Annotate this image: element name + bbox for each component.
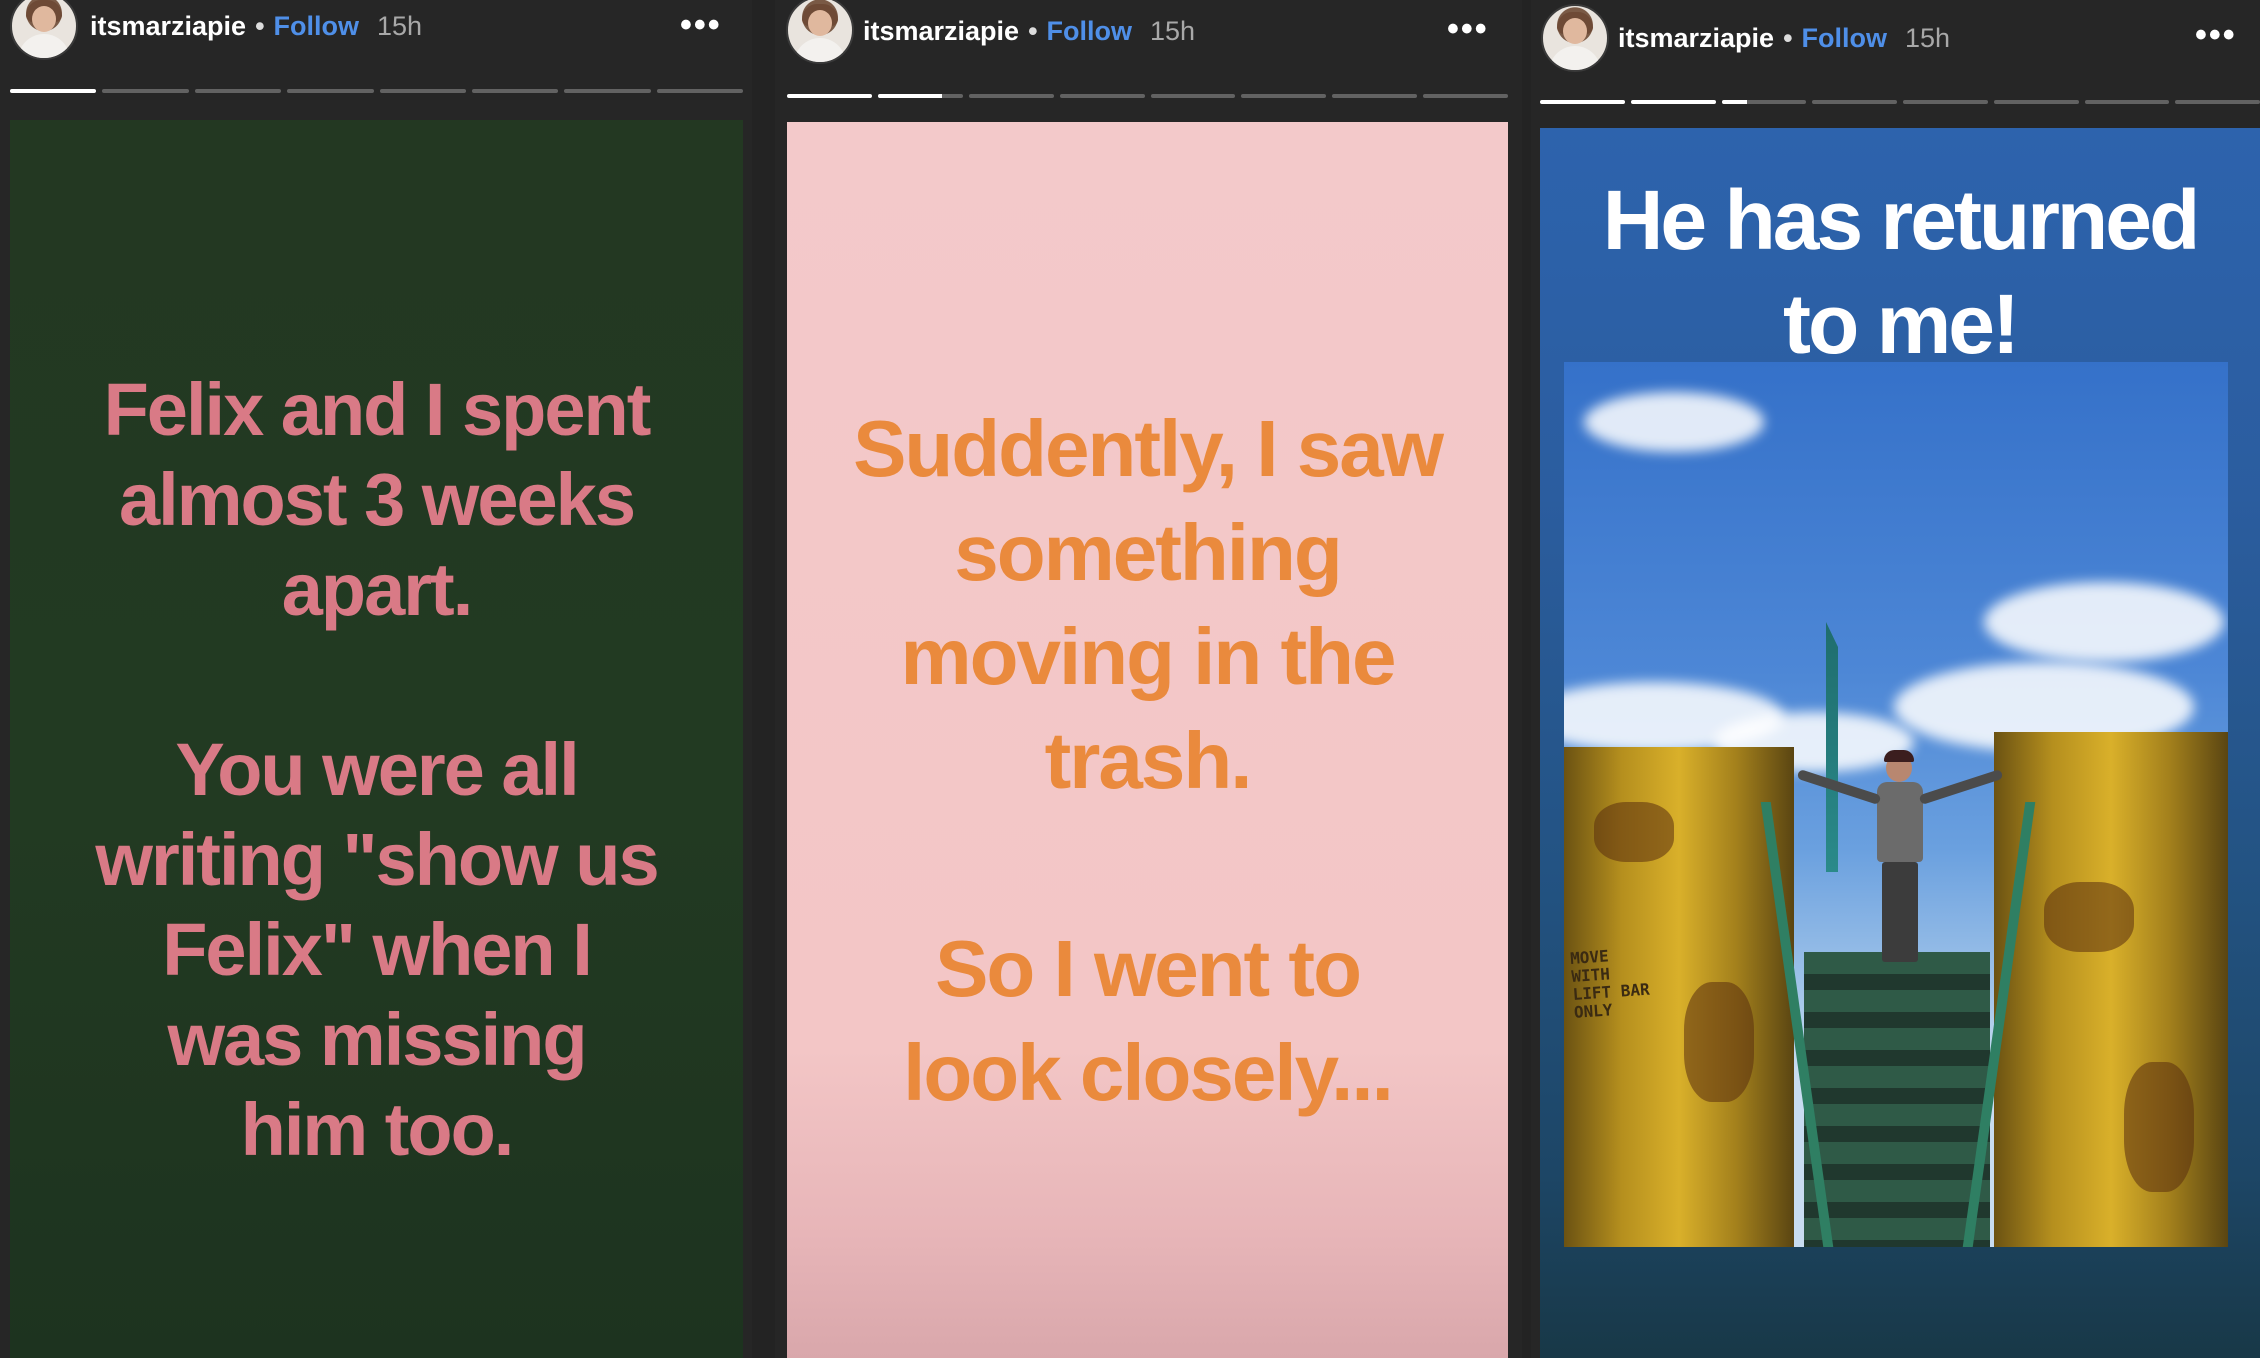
story-text-line: Felix" when I — [162, 908, 593, 991]
story-text-line: to me! — [1783, 277, 2020, 371]
progress-segment — [1812, 100, 1897, 104]
progress-segment — [968, 94, 1054, 98]
follow-button[interactable]: Follow — [274, 11, 359, 41]
story-text-line: look closely... — [903, 1028, 1394, 1117]
story-photo: MOVE WITH LIFT BAR ONLY — [1564, 362, 2228, 1247]
post-time: 15h — [1905, 23, 1951, 53]
progress-segment — [1903, 100, 1988, 104]
username[interactable]: itsmarziapie — [863, 16, 1019, 46]
avatar[interactable] — [10, 0, 78, 60]
follow-button[interactable]: Follow — [1802, 23, 1887, 53]
progress-segment — [471, 89, 559, 93]
story-panel-2: itsmarziapie • Follow 15h ••• Suddently, I … — [775, 0, 1522, 1358]
story-text-line: Suddently, I saw — [853, 404, 1444, 493]
progress-segment — [1993, 100, 2079, 104]
story-text: Felix and I spent almost 3 weeks apart. … — [10, 365, 743, 1175]
user-line: itsmarziapie • Follow 15h — [90, 10, 422, 42]
story-progress-bar — [10, 89, 743, 93]
story-text-line: writing "show us — [95, 818, 659, 901]
progress-segment — [10, 89, 97, 93]
progress-segment — [1423, 94, 1508, 98]
story-text-spacer — [787, 813, 1508, 917]
progress-segment — [1540, 100, 1625, 104]
username[interactable]: itsmarziapie — [90, 11, 246, 41]
story-progress-bar — [787, 94, 1508, 98]
story-text-line: trash. — [1044, 716, 1253, 805]
story-text-line: You were all — [175, 728, 579, 811]
story-text-line: apart. — [281, 548, 474, 631]
more-options-icon[interactable]: ••• — [1447, 12, 1489, 46]
story-text-line: He has returned — [1602, 173, 2201, 267]
story-header: itsmarziapie • Follow 15h ••• — [775, 0, 1522, 90]
story-text: Suddently, I saw something moving in the… — [787, 397, 1508, 1125]
story-progress-bar — [1540, 100, 2260, 104]
story-panel-1: itsmarziapie • Follow 15h ••• Felix and I s… — [0, 0, 752, 1358]
follow-button[interactable]: Follow — [1047, 16, 1132, 46]
more-options-icon[interactable]: ••• — [2195, 18, 2237, 52]
user-line: itsmarziapie • Follow 15h — [1618, 22, 1950, 54]
story-content[interactable]: MOVE WITH LIFT BAR ONLY He has returned … — [1540, 128, 2260, 1358]
progress-segment — [287, 89, 374, 93]
avatar[interactable] — [786, 0, 854, 64]
user-line: itsmarziapie • Follow 15h — [863, 15, 1195, 47]
story-text-spacer — [10, 635, 743, 725]
avatar[interactable] — [1541, 4, 1609, 72]
story-content[interactable]: Felix and I spent almost 3 weeks apart. … — [10, 120, 743, 1358]
progress-segment — [1630, 100, 1716, 104]
progress-segment — [656, 89, 743, 93]
separator-dot: • — [255, 11, 265, 41]
progress-segment — [877, 94, 963, 98]
progress-segment — [102, 89, 189, 93]
progress-segment — [2084, 100, 2170, 104]
story-text-line: So I went to — [935, 924, 1362, 1013]
progress-segment — [379, 89, 466, 93]
progress-segment — [787, 94, 872, 98]
story-text-line: Felix and I spent — [103, 368, 652, 451]
progress-segment — [194, 89, 282, 93]
story-content[interactable]: Suddently, I saw something moving in the… — [787, 122, 1508, 1358]
progress-segment — [1241, 94, 1327, 98]
separator-dot: • — [1783, 23, 1793, 53]
username[interactable]: itsmarziapie — [1618, 23, 1774, 53]
progress-segment — [1150, 94, 1236, 98]
story-text-line: something — [954, 508, 1342, 597]
separator-dot: • — [1028, 16, 1038, 46]
story-text-line: moving in the — [900, 612, 1397, 701]
progress-segment — [1721, 100, 1807, 104]
progress-segment — [564, 89, 651, 93]
progress-segment — [1332, 94, 1418, 98]
story-text-line: almost 3 weeks — [119, 458, 636, 541]
progress-segment — [1059, 94, 1145, 98]
dumpster-sign: MOVE WITH LIFT BAR ONLY — [1570, 944, 1661, 1022]
story-text-line: him too. — [240, 1088, 515, 1171]
progress-segment — [2175, 100, 2260, 104]
more-options-icon[interactable]: ••• — [680, 8, 722, 42]
story-panel-3: itsmarziapie • Follow 15h ••• MOVE WITH … — [1531, 0, 2260, 1358]
post-time: 15h — [377, 11, 423, 41]
story-header: itsmarziapie • Follow 15h ••• — [1531, 0, 2260, 90]
story-text: He has returned to me! — [1540, 168, 2260, 376]
post-time: 15h — [1150, 16, 1196, 46]
story-header: itsmarziapie • Follow 15h ••• — [0, 0, 752, 90]
story-text-line: was missing — [167, 998, 587, 1081]
